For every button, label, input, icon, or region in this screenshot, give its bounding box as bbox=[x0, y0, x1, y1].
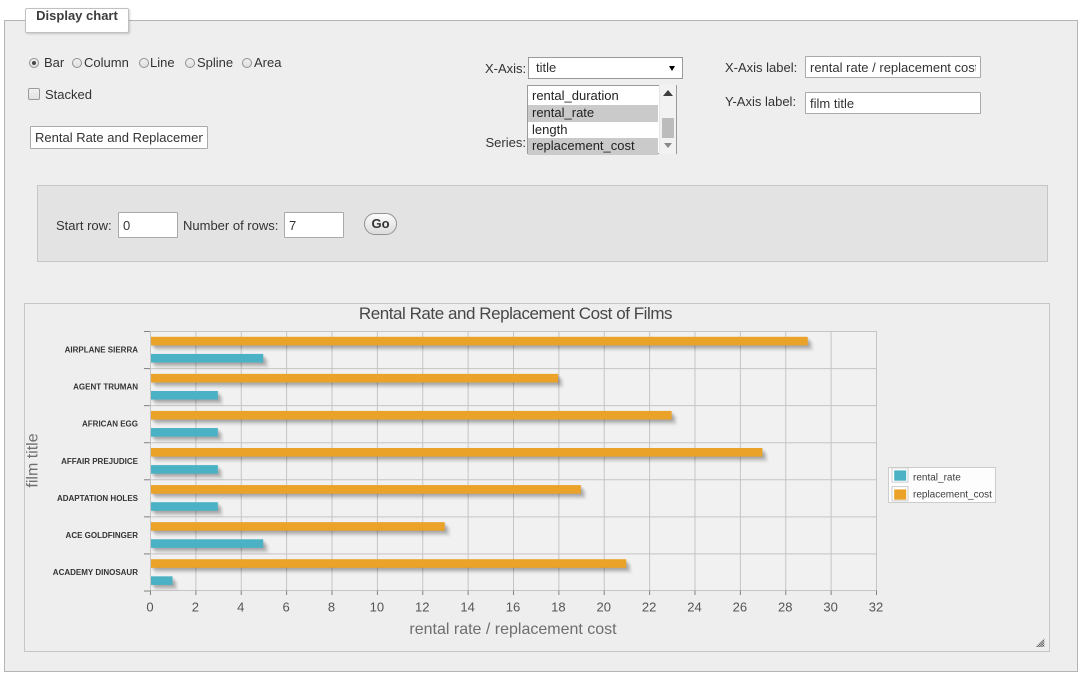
svg-text:28: 28 bbox=[778, 600, 792, 615]
svg-text:AIRPLANE SIERRA: AIRPLANE SIERRA bbox=[65, 346, 139, 355]
svg-text:16: 16 bbox=[506, 600, 520, 615]
svg-text:4: 4 bbox=[237, 600, 244, 615]
svg-text:24: 24 bbox=[687, 600, 701, 615]
svg-text:film title: film title bbox=[25, 433, 42, 487]
svg-text:ACADEMY DINOSAUR: ACADEMY DINOSAUR bbox=[53, 568, 138, 577]
svg-text:6: 6 bbox=[283, 600, 290, 615]
svg-text:2: 2 bbox=[192, 600, 199, 615]
svg-text:0: 0 bbox=[146, 600, 153, 615]
svg-text:ACE GOLDFINGER: ACE GOLDFINGER bbox=[66, 531, 139, 540]
svg-text:Rental Rate and Replacement Co: Rental Rate and Replacement Cost of Film… bbox=[359, 304, 672, 323]
svg-text:22: 22 bbox=[642, 600, 656, 615]
svg-text:18: 18 bbox=[551, 600, 565, 615]
svg-text:rental rate / replacement cost: rental rate / replacement cost bbox=[409, 621, 617, 638]
svg-text:14: 14 bbox=[460, 600, 474, 615]
svg-text:20: 20 bbox=[597, 600, 611, 615]
svg-text:8: 8 bbox=[328, 600, 335, 615]
svg-text:26: 26 bbox=[733, 600, 747, 615]
svg-text:AFFAIR PREJUDICE: AFFAIR PREJUDICE bbox=[61, 457, 139, 466]
svg-text:ADAPTATION HOLES: ADAPTATION HOLES bbox=[57, 494, 139, 503]
svg-text:replacement_cost: replacement_cost bbox=[913, 490, 992, 501]
svg-text:AGENT TRUMAN: AGENT TRUMAN bbox=[73, 383, 138, 392]
svg-text:30: 30 bbox=[823, 600, 837, 615]
svg-text:10: 10 bbox=[370, 600, 384, 615]
svg-text:rental_rate: rental_rate bbox=[913, 473, 961, 484]
svg-text:AFRICAN EGG: AFRICAN EGG bbox=[82, 420, 138, 429]
svg-text:32: 32 bbox=[869, 600, 883, 615]
svg-text:12: 12 bbox=[415, 600, 429, 615]
